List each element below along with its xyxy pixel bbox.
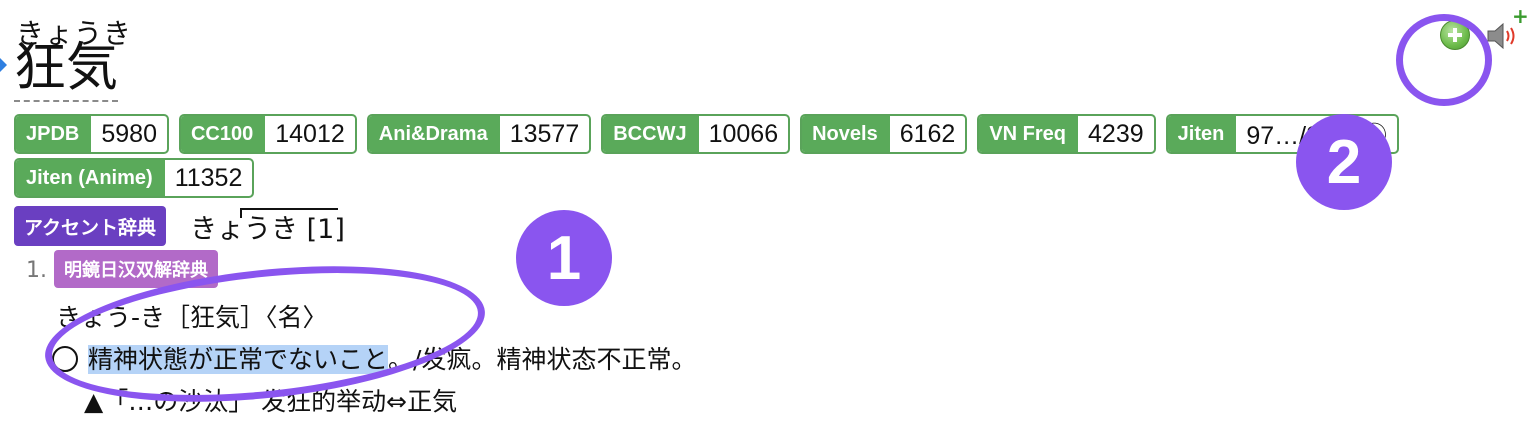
- entry-marker: [0, 58, 7, 72]
- definition-number: 1.: [26, 258, 47, 283]
- freq-tag-name: Jiten (Anime): [16, 160, 165, 196]
- freq-tag-value: 11352: [174, 163, 243, 192]
- pitch-accent-reading: きょうき [1]: [190, 207, 345, 246]
- freq-tag-jpdb[interactable]: JPDB 5980: [14, 114, 169, 154]
- freq-tag-novels[interactable]: Novels 6162: [800, 114, 968, 154]
- freq-tag-value: 13577: [509, 119, 580, 148]
- freq-tag-name: Novels: [802, 116, 890, 152]
- freq-tag-name: CC100: [180, 116, 266, 152]
- freq-tag-name: VN Freq: [979, 116, 1079, 152]
- freq-tag-name: Ani&Drama: [368, 116, 500, 152]
- freq-tag-bccwj[interactable]: BCCWJ 10066: [601, 114, 791, 154]
- freq-tag-name: JPDB: [16, 116, 92, 152]
- freq-tag-name: BCCWJ: [603, 116, 699, 152]
- pitch-accent-line: [240, 207, 339, 218]
- annotation-badge-2: 2: [1296, 114, 1392, 210]
- freq-tag-name: Jiten: [1167, 116, 1237, 152]
- frequency-tags: JPDB 5980 CC100 14012 Ani&Drama 13577 BCCWJ…: [14, 114, 1494, 198]
- freq-tag-value: 14012: [275, 119, 345, 148]
- freq-tag-value: 6162: [899, 119, 956, 148]
- pitch-accent-row: アクセント辞典 きょうき [1]: [14, 206, 345, 246]
- freq-tag-anidrama[interactable]: Ani&Drama 13577: [366, 114, 592, 154]
- accent-dictionary-tag[interactable]: アクセント辞典: [14, 206, 167, 246]
- plus-icon: +: [1512, 4, 1529, 28]
- annotation-ellipse-2: [1396, 14, 1492, 106]
- freq-tag-cc100[interactable]: CC100 14012: [178, 114, 357, 154]
- freq-tag-value: 10066: [708, 119, 779, 148]
- freq-tag-vnfreq[interactable]: VN Freq 4239: [977, 114, 1156, 154]
- freq-tag-jiten-anime[interactable]: Jiten (Anime) 11352: [14, 158, 255, 198]
- headword[interactable]: 狂気: [14, 38, 119, 102]
- annotation-badge-1: 1: [516, 210, 612, 306]
- pitch-accent-text: きょうき [1]: [190, 213, 345, 245]
- freq-tag-value: 5980: [101, 119, 157, 148]
- freq-tag-value: 4239: [1088, 119, 1144, 148]
